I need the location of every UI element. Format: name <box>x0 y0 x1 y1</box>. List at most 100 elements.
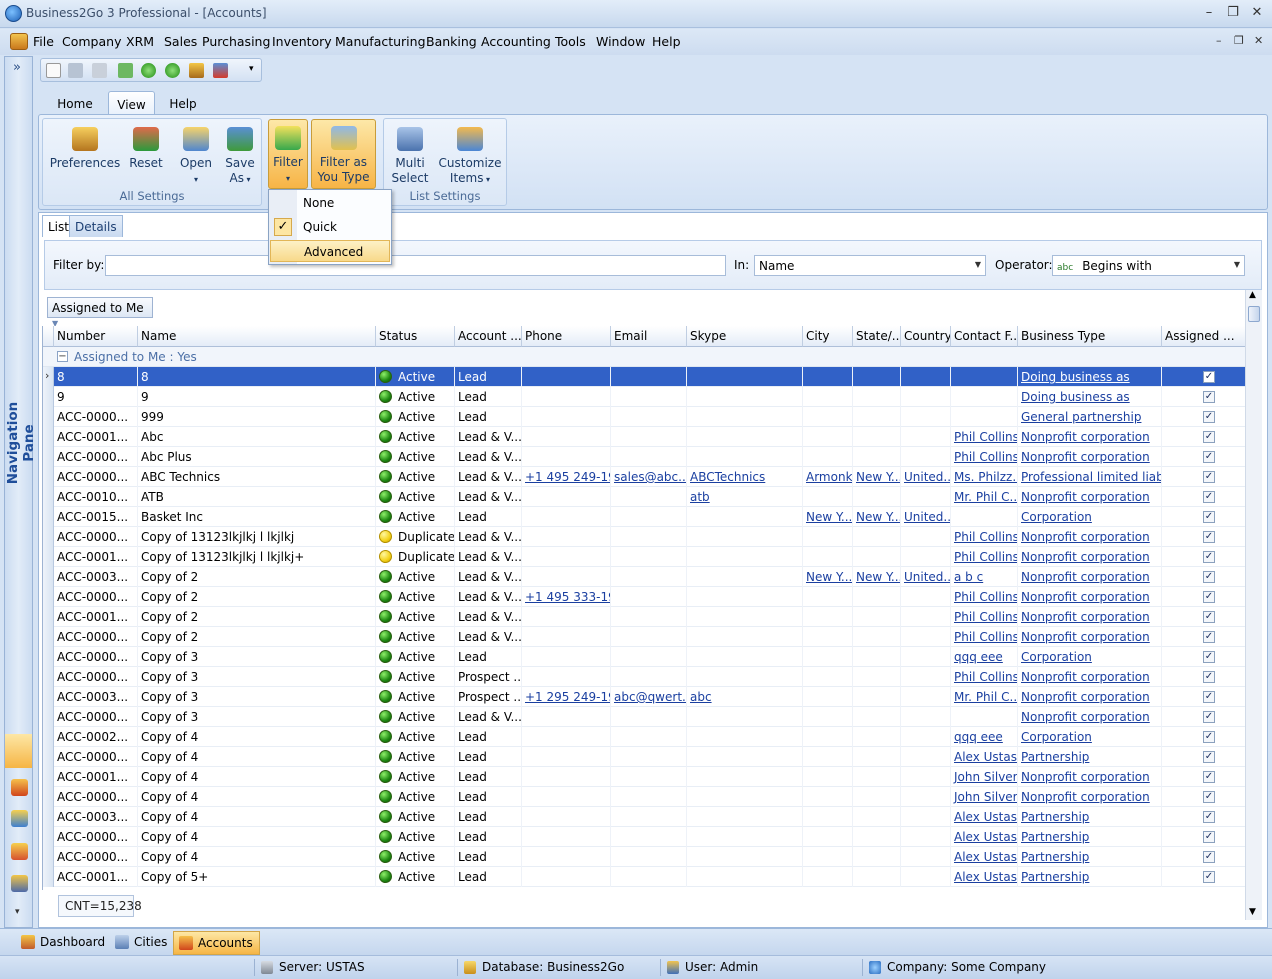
cell-state[interactable]: New Y... <box>853 567 901 587</box>
filter-button[interactable]: Filter ▾ <box>268 119 308 189</box>
row-header[interactable] <box>43 427 54 447</box>
table-row[interactable]: ACC-0000... Copy of 4 Active Lead Alex Ustas… <box>43 827 1245 847</box>
database-icon[interactable] <box>11 875 28 892</box>
contacts-icon[interactable] <box>11 779 28 796</box>
assigned-checkbox[interactable]: ✓ <box>1203 731 1215 743</box>
cell-contact[interactable]: a b c <box>951 567 1018 587</box>
close-window-icon[interactable] <box>213 63 228 78</box>
cell-business[interactable]: Partnership <box>1018 867 1162 887</box>
cell-contact[interactable]: Alex Ustas <box>951 867 1018 887</box>
assigned-checkbox[interactable]: ✓ <box>1203 571 1215 583</box>
cell-city[interactable]: Armonk <box>803 467 853 487</box>
table-row[interactable]: ACC-0000... Copy of 13123lkjlkj l lkjlkj D… <box>43 527 1245 547</box>
assigned-checkbox[interactable]: ✓ <box>1203 851 1215 863</box>
mdi-close-button[interactable]: ✕ <box>1254 34 1263 47</box>
assigned-checkbox[interactable]: ✓ <box>1203 711 1215 723</box>
row-header[interactable] <box>43 487 54 507</box>
cell-business[interactable]: Partnership <box>1018 807 1162 827</box>
cell-email[interactable]: abc@qwert... <box>611 687 687 707</box>
in-select[interactable]: Name ▼ <box>754 255 986 276</box>
row-header[interactable] <box>43 767 54 787</box>
cell-contact[interactable]: Phil Collins <box>951 587 1018 607</box>
open-button[interactable]: Open ▾ <box>176 121 216 189</box>
cell-contact[interactable]: qqq eee <box>951 647 1018 667</box>
chevron-down-icon[interactable]: ▾ <box>15 907 20 917</box>
row-header[interactable] <box>43 827 54 847</box>
row-header[interactable] <box>43 727 54 747</box>
nav-selected-section[interactable] <box>5 734 32 768</box>
row-header[interactable] <box>43 707 54 727</box>
column-header[interactable]: Country <box>901 326 951 347</box>
table-row[interactable]: ACC-0015... Basket Inc Active Lead New Y... N… <box>43 507 1245 527</box>
preferences-button[interactable]: Preferences <box>47 121 123 189</box>
assigned-checkbox[interactable]: ✓ <box>1203 871 1215 883</box>
row-header[interactable] <box>43 447 54 467</box>
row-header[interactable] <box>43 647 54 667</box>
menu-help[interactable]: Help <box>652 34 681 49</box>
column-header[interactable]: Assigned ... <box>1162 326 1245 347</box>
row-header[interactable] <box>43 607 54 627</box>
table-row[interactable]: ACC-0001... Abc Active Lead & V... Phil Coll… <box>43 427 1245 447</box>
app-menu-icon[interactable] <box>10 33 28 50</box>
menu-xrm[interactable]: XRM <box>126 34 154 49</box>
assigned-checkbox[interactable]: ✓ <box>1203 391 1215 403</box>
row-header[interactable] <box>43 687 54 707</box>
cell-contact[interactable]: Mr. Phil C... <box>951 687 1018 707</box>
table-row[interactable]: ACC-0000... 999 Active Lead General partners… <box>43 407 1245 427</box>
column-header[interactable]: Skype <box>687 326 803 347</box>
assigned-checkbox[interactable]: ✓ <box>1203 371 1215 383</box>
cell-contact[interactable]: John Silver <box>951 787 1018 807</box>
row-header[interactable] <box>43 387 54 407</box>
table-row[interactable]: ACC-0003... Copy of 3 Active Prospect ... +1… <box>43 687 1245 707</box>
column-header[interactable]: Phone <box>522 326 611 347</box>
assigned-checkbox[interactable]: ✓ <box>1203 491 1215 503</box>
customize-items-button[interactable]: Customize Items ▾ <box>438 121 502 189</box>
assigned-checkbox[interactable]: ✓ <box>1203 791 1215 803</box>
cell-contact[interactable]: Phil Collins <box>951 667 1018 687</box>
mdi-minimize-button[interactable]: – <box>1216 34 1222 47</box>
table-row[interactable]: ACC-0000... Copy of 3 Active Lead qqq eee Cor… <box>43 647 1245 667</box>
cell-business[interactable]: Nonprofit corporation <box>1018 767 1162 787</box>
maximize-button[interactable]: ❐ <box>1222 4 1244 22</box>
cell-contact[interactable]: Phil Collins <box>951 547 1018 567</box>
cell-skype[interactable]: abc <box>687 687 803 707</box>
customize-qat-icon[interactable]: ▾ <box>249 64 254 74</box>
table-row[interactable]: ACC-0002... Copy of 4 Active Lead qqq eee Cor… <box>43 727 1245 747</box>
cell-business[interactable]: Nonprofit corporation <box>1018 567 1162 587</box>
menu-tools[interactable]: Tools <box>555 34 586 49</box>
cell-business[interactable]: General partnership <box>1018 407 1162 427</box>
cell-business[interactable]: Corporation <box>1018 727 1162 747</box>
operator-select[interactable]: abc Begins with ▼ <box>1052 255 1245 276</box>
cell-business[interactable]: Nonprofit corporation <box>1018 687 1162 707</box>
cell-email[interactable]: sales@abc.... <box>611 467 687 487</box>
menu-accounting[interactable]: Accounting <box>481 34 551 49</box>
expand-nav-icon[interactable]: » <box>13 60 21 75</box>
table-row[interactable]: ACC-0003... Copy of 2 Active Lead & V... New… <box>43 567 1245 587</box>
assigned-checkbox[interactable]: ✓ <box>1203 511 1215 523</box>
assigned-checkbox[interactable]: ✓ <box>1203 411 1215 423</box>
menu-window[interactable]: Window <box>596 34 645 49</box>
cell-business[interactable]: Doing business as <box>1018 367 1162 387</box>
vertical-scrollbar[interactable]: ▲ ▼ <box>1245 290 1262 920</box>
filter-option-advanced[interactable]: Advanced <box>270 240 390 262</box>
assigned-checkbox[interactable]: ✓ <box>1203 551 1215 563</box>
filter-option-none[interactable]: None <box>270 192 390 214</box>
forward-icon[interactable] <box>165 63 180 78</box>
assigned-checkbox[interactable]: ✓ <box>1203 611 1215 623</box>
tab-cities[interactable]: Cities <box>110 931 173 955</box>
table-row[interactable]: ACC-0000... Copy of 3 Active Prospect ... Ph… <box>43 667 1245 687</box>
cell-business[interactable]: Nonprofit corporation <box>1018 527 1162 547</box>
cell-contact[interactable]: Mr. Phil C... <box>951 487 1018 507</box>
table-row[interactable]: ACC-0000... Copy of 4 Active Lead John Silve… <box>43 787 1245 807</box>
cell-country[interactable]: United... <box>901 567 951 587</box>
cell-business[interactable]: Nonprofit corporation <box>1018 587 1162 607</box>
cell-contact[interactable]: Alex Ustas <box>951 827 1018 847</box>
collapse-icon[interactable]: − <box>57 351 68 362</box>
column-header[interactable]: Status <box>376 326 455 347</box>
cell-business[interactable]: Nonprofit corporation <box>1018 707 1162 727</box>
cell-contact[interactable]: Alex Ustas <box>951 747 1018 767</box>
table-row[interactable]: ACC-0000... Copy of 4 Active Lead Alex Ustas… <box>43 847 1245 867</box>
table-row[interactable]: ACC-0001... Copy of 13123lkjlkj l lkjlkj+… <box>43 547 1245 567</box>
assigned-checkbox[interactable]: ✓ <box>1203 591 1215 603</box>
cell-state[interactable]: New Y... <box>853 467 901 487</box>
